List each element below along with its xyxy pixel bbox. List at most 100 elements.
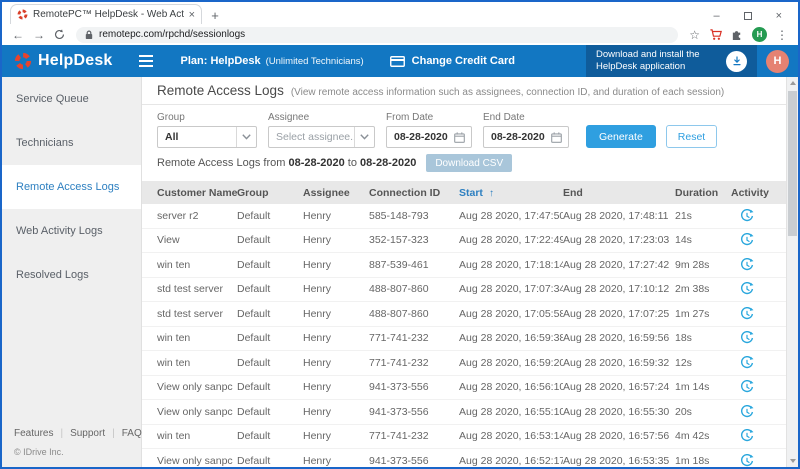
from-date-value: 08-28-2020 [387,131,454,143]
sidebar-item[interactable]: Technicians [2,121,141,165]
table-row[interactable]: std test server Default Henry 488-807-86… [142,302,798,327]
hamburger-menu-icon[interactable] [139,55,153,67]
cell-assignee: Henry [303,210,369,222]
cell-start: Aug 28 2020, 17:05:58 [459,308,563,320]
download-csv-button[interactable]: Download CSV [426,154,512,172]
scroll-down-icon[interactable] [790,459,796,463]
footer-links: FeaturesSupportFAQs [14,428,133,439]
cell-start: Aug 28 2020, 16:55:10 [459,406,563,418]
sidebar-item[interactable]: Web Activity Logs [2,209,141,253]
download-button[interactable] [726,51,747,72]
col-duration[interactable]: Duration [675,187,731,199]
table-row[interactable]: win ten Default Henry 771-741-232 Aug 28… [142,327,798,352]
table-row[interactable]: View only sanpc Default Henry 941-373-55… [142,376,798,401]
col-start-sorted[interactable]: Start↑ [459,187,563,199]
cell-customer-name: View only sanpc [157,455,237,467]
browser-profile-avatar[interactable]: H [752,27,767,42]
cell-group: Default [237,259,303,271]
scrollbar-thumb[interactable] [788,91,797,236]
url-bar[interactable]: remotepc.com/rpchd/sessionlogs [76,27,678,43]
table-body: server r2 Default Henry 585-148-793 Aug … [142,204,798,467]
user-avatar[interactable]: H [766,50,789,73]
col-group[interactable]: Group [237,187,303,199]
browser-tab-bar: RemotePC™ HelpDesk - Web Act × + – × [2,2,798,24]
cell-assignee: Henry [303,455,369,467]
cell-duration: 1m 14s [675,381,731,393]
cell-duration: 1m 18s [675,455,731,467]
sort-ascending-icon: ↑ [489,188,494,199]
maximize-icon[interactable] [744,12,752,20]
change-credit-card-button[interactable]: Change Credit Card [390,55,515,67]
table-row[interactable]: win ten Default Henry 771-741-232 Aug 28… [142,425,798,450]
sidebar-item-label: Service Queue [16,93,89,105]
cell-start: Aug 28 2020, 17:47:50 [459,210,563,222]
generate-button[interactable]: Generate [586,125,656,148]
table-row[interactable]: std test server Default Henry 488-807-86… [142,278,798,303]
from-date-input[interactable]: 08-28-2020 [386,126,472,148]
tab-close-icon[interactable]: × [189,9,195,21]
table-row[interactable]: server r2 Default Henry 585-148-793 Aug … [142,204,798,229]
minimize-icon[interactable]: – [713,10,719,22]
col-assignee[interactable]: Assignee [303,187,369,199]
calendar-icon[interactable] [454,132,465,143]
cell-group: Default [237,234,303,246]
sidebar-item[interactable]: Resolved Logs [2,253,141,297]
browser-tab[interactable]: RemotePC™ HelpDesk - Web Act × [10,4,202,24]
cell-duration: 14s [675,234,731,246]
footer-link[interactable]: Support [53,428,105,439]
cell-connection-id: 887-539-461 [369,259,459,271]
browser-menu-icon[interactable]: ⋮ [776,29,788,41]
cell-duration: 1m 27s [675,308,731,320]
cell-group: Default [237,357,303,369]
footer-link[interactable]: FAQs [105,428,147,439]
cell-assignee: Henry [303,283,369,295]
cell-duration: 18s [675,332,731,344]
close-icon[interactable]: × [776,10,782,22]
cell-start: Aug 28 2020, 16:56:10 [459,381,563,393]
assignee-select-placeholder: Select assignee... [269,131,354,143]
sidebar-item-label: Remote Access Logs [16,181,119,193]
forward-icon[interactable]: → [33,29,45,41]
col-connection-id[interactable]: Connection ID [369,187,459,199]
url-text: remotepc.com/rpchd/sessionlogs [99,29,245,40]
credit-card-icon [390,56,405,67]
cell-duration: 21s [675,210,731,222]
cart-extension-icon[interactable] [709,28,722,41]
bookmark-star-icon[interactable]: ☆ [689,29,700,41]
refresh-icon[interactable] [54,29,65,40]
end-date-input[interactable]: 08-28-2020 [483,126,569,148]
reset-button[interactable]: Reset [666,125,717,148]
back-icon[interactable]: ← [12,29,24,41]
extensions-puzzle-icon[interactable] [731,28,743,41]
table-row[interactable]: win ten Default Henry 771-741-232 Aug 28… [142,351,798,376]
new-tab-button[interactable]: + [206,6,224,24]
cell-duration: 20s [675,406,731,418]
summary-from-date: 08-28-2020 [288,157,344,169]
summary-to-date: 08-28-2020 [360,157,416,169]
scrollbar[interactable] [786,77,798,467]
calendar-icon[interactable] [551,132,562,143]
download-banner-text: Download and install the HelpDesk applic… [596,49,718,74]
cell-customer-name: win ten [157,259,237,271]
sidebar-item[interactable]: Service Queue [2,77,141,121]
cell-assignee: Henry [303,406,369,418]
cell-start: Aug 28 2020, 17:18:14 [459,259,563,271]
page-subtitle: (View remote access information such as … [291,87,724,98]
col-customer-name[interactable]: Customer Name [157,187,237,199]
group-select[interactable]: All [157,126,257,148]
helpdesk-logo[interactable]: HelpDesk [2,52,113,70]
cell-customer-name: win ten [157,430,237,442]
assignee-select[interactable]: Select assignee... [268,126,375,148]
cell-assignee: Henry [303,357,369,369]
cell-start: Aug 28 2020, 16:59:20 [459,357,563,369]
footer-link[interactable]: Features [14,428,53,439]
table-row[interactable]: View only sanpc Default Henry 941-373-55… [142,400,798,425]
copyright: © IDrive Inc. [14,447,133,457]
table-row[interactable]: View only sanpc Default Henry 941-373-55… [142,449,798,467]
scroll-up-icon[interactable] [790,81,796,85]
table-row[interactable]: View Default Henry 352-157-323 Aug 28 20… [142,229,798,254]
table-row[interactable]: win ten Default Henry 887-539-461 Aug 28… [142,253,798,278]
cell-end: Aug 28 2020, 16:57:56 [563,430,675,442]
sidebar-item[interactable]: Remote Access Logs [2,165,141,209]
col-end[interactable]: End [563,187,675,199]
